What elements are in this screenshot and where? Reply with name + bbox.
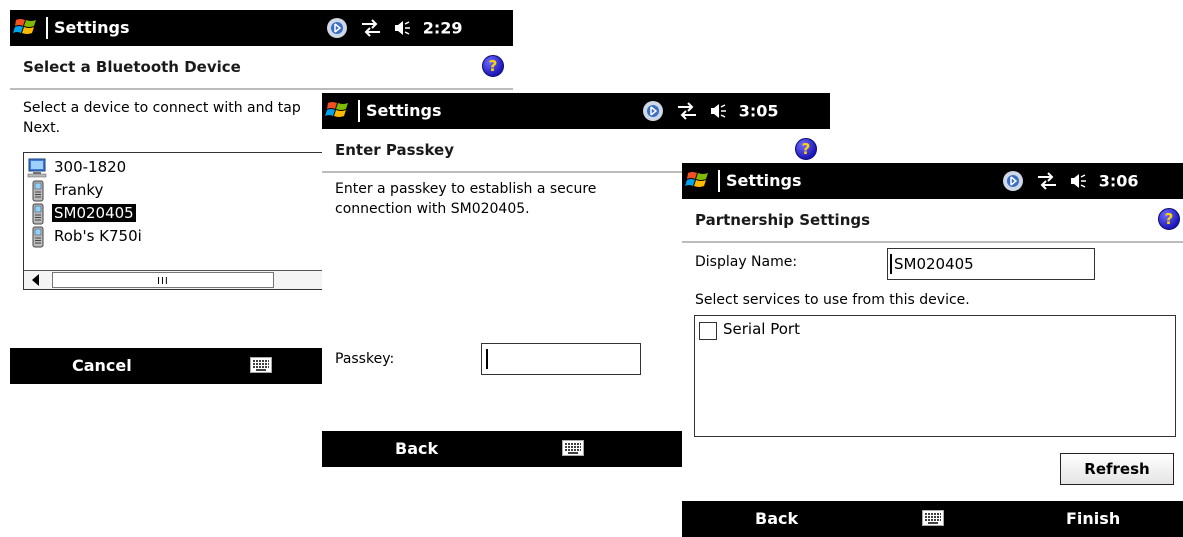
start-menu-icon[interactable] — [13, 15, 41, 39]
page-title: Select a Bluetooth Device — [23, 58, 241, 76]
instruction-line-1: Select a device to connect with and tap — [23, 100, 301, 116]
service-label: Serial Port — [723, 320, 800, 338]
device-name: 300-1820 — [54, 158, 127, 176]
horizontal-scrollbar[interactable]: III — [24, 270, 334, 289]
device-name: Franky — [54, 181, 104, 199]
clock[interactable]: 3:06 — [1099, 172, 1139, 191]
title-bar: Settings 3:06 — [682, 163, 1183, 199]
app-title: Settings — [726, 171, 802, 190]
display-name-value: SM020405 — [894, 255, 974, 273]
passkey-label: Passkey: — [335, 351, 395, 367]
back-button[interactable]: Back — [755, 509, 798, 528]
help-glyph: ? — [488, 57, 498, 75]
cancel-button[interactable]: Cancel — [72, 356, 132, 375]
instruction-line-2: Next. — [23, 120, 61, 136]
device-list[interactable]: 300-1820 Franky SM020405 Rob's K750i III — [23, 152, 335, 290]
keyboard-icon[interactable] — [250, 357, 272, 373]
scroll-left-icon[interactable] — [32, 274, 39, 286]
instruction-text: Select a device to connect with and tap … — [23, 98, 301, 138]
page-header: Partnership Settings ? — [682, 199, 1183, 243]
instruction-text: Enter a passkey to establish a secure co… — [335, 179, 596, 219]
title-separator — [46, 17, 48, 39]
page-header: Select a Bluetooth Device ? — [10, 46, 513, 90]
connectivity-icon[interactable] — [1036, 172, 1058, 190]
scroll-grip: III — [157, 276, 169, 287]
help-icon[interactable]: ? — [795, 138, 817, 160]
scroll-thumb[interactable]: III — [52, 272, 274, 288]
start-menu-icon[interactable] — [685, 168, 713, 192]
help-icon[interactable]: ? — [1158, 208, 1180, 230]
bluetooth-icon[interactable] — [642, 100, 664, 122]
bluetooth-icon[interactable] — [1002, 170, 1024, 192]
volume-icon[interactable] — [393, 19, 411, 37]
display-name-label: Display Name: — [695, 254, 798, 270]
help-glyph: ? — [801, 140, 811, 158]
bluetooth-icon[interactable] — [326, 17, 348, 39]
screen-partnership-settings: Settings 3:06 Partnership Settings ? Dis… — [682, 163, 1183, 537]
page-title: Enter Passkey — [335, 141, 454, 159]
instruction-line-2: connection with SM020405. — [335, 201, 530, 217]
clock[interactable]: 2:29 — [423, 19, 463, 38]
services-label: Select services to use from this device. — [695, 292, 970, 308]
help-glyph: ? — [1164, 210, 1174, 228]
device-name: Rob's K750i — [54, 227, 142, 245]
instruction-line-1: Enter a passkey to establish a secure — [335, 181, 597, 197]
computer-icon — [27, 158, 47, 178]
status-area: 2:29 — [326, 17, 463, 39]
page-title: Partnership Settings — [695, 211, 871, 229]
device-name: SM020405 — [52, 204, 136, 222]
back-button[interactable]: Back — [395, 439, 438, 458]
text-caret — [486, 349, 488, 369]
phone-icon — [32, 180, 44, 202]
passkey-field[interactable] — [481, 343, 641, 375]
serial-port-checkbox[interactable] — [699, 322, 717, 340]
clock[interactable]: 3:05 — [739, 102, 779, 121]
phone-icon — [32, 226, 44, 248]
keyboard-icon[interactable] — [562, 440, 584, 456]
refresh-button[interactable]: Refresh — [1060, 453, 1174, 485]
title-bar: Settings 2:29 — [10, 10, 513, 46]
title-separator — [718, 170, 720, 192]
status-area: 3:05 — [642, 100, 779, 122]
services-list[interactable]: Serial Port — [694, 315, 1176, 437]
display-name-field[interactable]: SM020405 — [887, 248, 1095, 280]
title-separator — [358, 100, 360, 122]
app-title: Settings — [366, 101, 442, 120]
app-title: Settings — [54, 18, 130, 37]
volume-icon[interactable] — [1069, 172, 1087, 190]
keyboard-icon[interactable] — [922, 510, 944, 526]
phone-icon — [32, 203, 44, 225]
connectivity-icon[interactable] — [360, 19, 382, 37]
finish-button[interactable]: Finish — [1066, 509, 1120, 528]
connectivity-icon[interactable] — [676, 102, 698, 120]
title-bar: Settings 3:05 — [322, 93, 830, 129]
help-icon[interactable]: ? — [482, 55, 504, 77]
volume-icon[interactable] — [709, 102, 727, 120]
text-caret — [890, 254, 892, 274]
softkey-bar: Back Finish — [682, 501, 1183, 537]
status-area: 3:06 — [1002, 170, 1139, 192]
start-menu-icon[interactable] — [325, 98, 353, 122]
